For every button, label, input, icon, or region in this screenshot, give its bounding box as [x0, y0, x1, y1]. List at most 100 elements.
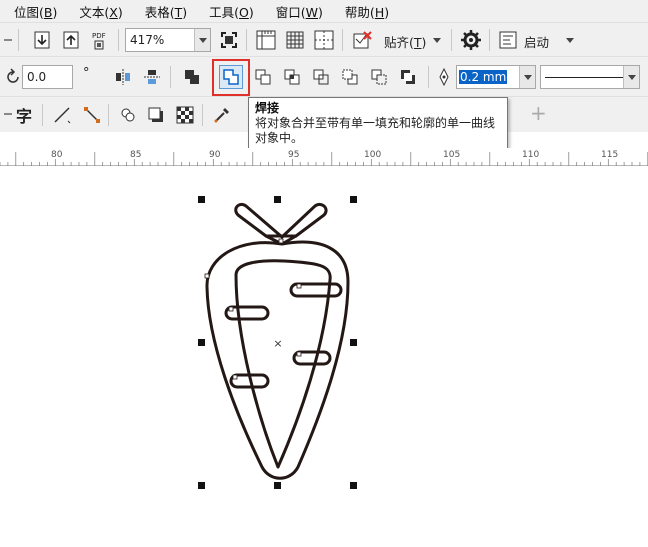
effects-icon — [121, 108, 135, 122]
zoom-level-dropdown[interactable]: 417% — [125, 28, 211, 52]
menu-help[interactable]: 帮助(H) — [345, 2, 389, 21]
connector-icon — [84, 107, 100, 123]
chevron-down-icon[interactable] — [433, 38, 441, 43]
import-icon — [34, 31, 50, 49]
standard-toolbar: PDF 417% 贴齐(T) 启动 — [0, 22, 648, 56]
chevron-down-icon[interactable] — [194, 29, 210, 51]
carrot-leaf-left — [234, 202, 284, 239]
chevron-down-icon[interactable] — [623, 66, 639, 88]
launch-icon — [499, 31, 517, 49]
carrot-drawing[interactable]: × — [0, 167, 648, 547]
chevron-down-icon[interactable] — [519, 66, 535, 88]
separator — [246, 29, 247, 51]
node-point — [296, 351, 302, 357]
show-grid-button[interactable] — [283, 28, 307, 52]
intersect-button[interactable] — [280, 65, 304, 89]
separator — [202, 104, 203, 126]
mirror-horizontal-button[interactable] — [111, 65, 135, 89]
show-guidelines-button[interactable] — [312, 28, 336, 52]
ruler-label: 110 — [522, 150, 540, 160]
full-screen-preview-button[interactable] — [217, 28, 241, 52]
svg-text:PDF: PDF — [92, 32, 106, 40]
toolbar-overflow-icon[interactable] — [2, 29, 14, 53]
back-minus-front-button[interactable] — [367, 65, 391, 89]
grid-icon — [286, 31, 304, 49]
rotation-angle-value: 0.0 — [27, 70, 47, 84]
menu-text[interactable]: 文本(X) — [79, 2, 122, 21]
carrot-leaf-right — [280, 202, 328, 239]
combine-icon — [185, 70, 199, 84]
effects-tool-button[interactable] — [116, 103, 140, 127]
weld-tooltip: 焊接 将对象合并至带有单一填充和轮廓的单一曲线对象中。 — [248, 97, 508, 153]
ruler-label: 85 — [130, 150, 142, 160]
mirror-vertical-icon — [144, 70, 160, 84]
tooltip-title: 焊接 — [255, 101, 280, 115]
separator — [170, 66, 171, 88]
ruler-ticks — [0, 152, 648, 166]
text-icon: 字 — [15, 107, 32, 126]
weld-icon — [223, 69, 239, 85]
menu-window[interactable]: 窗口(W) — [276, 2, 323, 21]
separator — [118, 29, 119, 51]
transparency-button[interactable] — [173, 103, 197, 127]
connector-tool-button[interactable] — [80, 103, 104, 127]
options-gear-icon — [461, 30, 481, 50]
line-style-preview — [545, 76, 623, 78]
eyedropper-button[interactable] — [210, 103, 234, 127]
property-bar: 0.0 ° 0.2 mm — [0, 56, 648, 96]
snap-off-icon — [353, 31, 372, 49]
combine-button[interactable] — [180, 65, 204, 89]
ruler-label: 95 — [288, 150, 300, 160]
node-point — [296, 283, 302, 289]
mirror-vertical-button[interactable] — [140, 65, 164, 89]
chevron-down-icon[interactable] — [566, 38, 574, 43]
launch-button[interactable] — [496, 28, 520, 52]
parallel-dimension-button[interactable] — [50, 103, 74, 127]
simplify-icon — [313, 69, 329, 85]
ruler-label: 90 — [209, 150, 221, 160]
rotation-angle-input[interactable]: 0.0 — [22, 65, 73, 89]
intersect-icon — [284, 69, 300, 85]
export-button[interactable] — [59, 28, 83, 52]
front-minus-back-button[interactable] — [338, 65, 362, 89]
node-point — [278, 238, 284, 244]
separator — [108, 104, 109, 126]
trim-button[interactable] — [251, 65, 275, 89]
horizontal-ruler[interactable]: 80 85 90 95 100 105 110 115 — [0, 148, 648, 166]
carrot-body-outer — [205, 240, 350, 480]
show-rulers-button[interactable] — [254, 28, 278, 52]
options-button[interactable] — [459, 28, 483, 52]
full-screen-icon — [221, 32, 237, 48]
export-icon — [63, 31, 79, 49]
separator — [42, 104, 43, 126]
outline-width-dropdown[interactable]: 0.2 mm — [456, 65, 536, 89]
ruler-label: 100 — [364, 150, 382, 160]
menu-bitmap[interactable]: 位图(B) — [14, 2, 57, 21]
boundary-icon — [401, 70, 415, 84]
line-icon — [54, 107, 71, 124]
snap-off-button[interactable] — [350, 28, 374, 52]
publish-pdf-button[interactable]: PDF — [88, 28, 112, 52]
drawing-canvas[interactable]: × — [0, 167, 648, 547]
front-minus-back-icon — [342, 69, 358, 85]
separator — [18, 29, 19, 51]
add-icon[interactable]: + — [530, 101, 547, 125]
separator — [451, 29, 452, 51]
center-mark: × — [273, 337, 282, 350]
outline-width-value: 0.2 mm — [459, 70, 508, 84]
node-point — [204, 273, 210, 279]
menu-table[interactable]: 表格(T) — [145, 2, 187, 21]
snap-to-dropdown[interactable]: 贴齐(T) — [384, 32, 426, 51]
text-tool-button[interactable]: 字 — [12, 103, 36, 127]
import-button[interactable] — [30, 28, 54, 52]
weld-button[interactable] — [219, 65, 243, 89]
menu-tools[interactable]: 工具(O) — [209, 2, 254, 21]
launch-label[interactable]: 启动 — [524, 32, 549, 51]
rotate-icon — [3, 65, 23, 89]
line-style-dropdown[interactable] — [540, 65, 640, 89]
boundary-button[interactable] — [396, 65, 420, 89]
simplify-button[interactable] — [309, 65, 333, 89]
ruler-label: 80 — [51, 150, 63, 160]
drop-shadow-button[interactable] — [144, 103, 168, 127]
separator — [428, 66, 429, 88]
